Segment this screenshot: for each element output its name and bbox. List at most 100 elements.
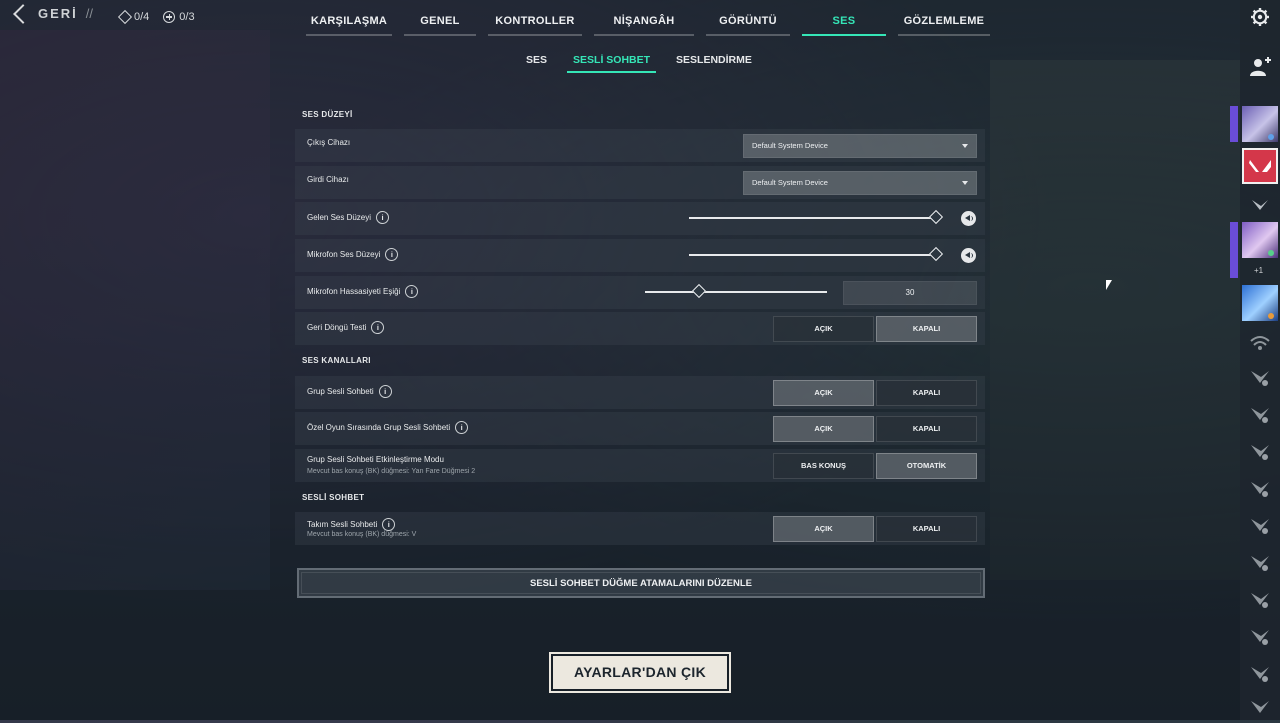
status-dot [1262, 491, 1268, 497]
team-voice-off-button[interactable]: KAPALI [876, 516, 977, 542]
rank-icon[interactable] [1248, 662, 1272, 684]
subtab-voice-over[interactable]: SESLENDİRME [670, 52, 758, 73]
edit-voice-bindings-label: SESLİ SOHBET DÜĞME ATAMALARINI DÜZENLE [301, 572, 981, 594]
loopback-row: Geri Döngü Testi i AÇIK KAPALI [295, 312, 985, 345]
mic-threshold-label: Mikrofon Hassasiyeti Eşiği i [307, 285, 419, 298]
output-device-dropdown[interactable]: Default System Device [743, 134, 977, 158]
mic-threshold-label-text: Mikrofon Hassasiyeti Eşiği [307, 287, 401, 296]
settings-tabs: KARŞILAŞMA GENEL KONTROLLER NİŞANGÂH GÖR… [300, 10, 996, 36]
info-icon[interactable]: i [405, 285, 419, 298]
rank-icon[interactable] [1248, 477, 1272, 499]
subtab-sound[interactable]: SES [520, 52, 553, 73]
team-voice-label-text: Takım Sesli Sohbeti [307, 520, 378, 529]
party-voice-off-button[interactable]: KAPALI [876, 380, 977, 406]
rank-icon[interactable] [1248, 403, 1272, 425]
incoming-volume-row: Gelen Ses Düzeyi i [295, 202, 985, 235]
status-dot [1262, 417, 1268, 423]
status-dot [1262, 676, 1268, 682]
party-activation-sub: Mevcut bas konuş (BK) düğmesi: Yan Fare … [307, 468, 476, 475]
status-dot [1262, 528, 1268, 534]
info-icon[interactable]: i [382, 518, 396, 531]
rank-icon[interactable] [1248, 625, 1272, 647]
avatar[interactable] [1242, 106, 1278, 142]
output-device-label: Çıkış Cihazı [307, 138, 350, 147]
party-plus-count: +1 [1254, 266, 1264, 275]
info-icon[interactable]: i [385, 248, 399, 261]
counter-b-value: 0/3 [179, 11, 195, 23]
rank-icon[interactable] [1248, 194, 1272, 216]
tab-video[interactable]: GÖRÜNTÜ [706, 10, 790, 36]
rank-icon[interactable] [1248, 514, 1272, 536]
input-device-value: Default System Device [752, 178, 828, 187]
input-device-row: Girdi Cihazı Default System Device [295, 166, 985, 199]
mic-volume-knob[interactable] [928, 246, 944, 262]
counter-a-value: 0/4 [134, 11, 150, 23]
avatar[interactable] [1242, 148, 1278, 184]
info-icon[interactable]: i [371, 321, 385, 334]
background-dim-overlay [0, 0, 1280, 720]
section-voice-chat: SESLİ SOHBET [302, 493, 365, 502]
incoming-volume-knob[interactable] [928, 209, 944, 225]
rank-icon[interactable] [1248, 551, 1272, 573]
exit-settings-button[interactable]: AYARLAR'DAN ÇIK [549, 652, 731, 693]
custom-party-voice-label: Özel Oyun Sırasında Grup Sesli Sohbeti i [307, 421, 469, 434]
team-voice-on-button[interactable]: AÇIK [773, 516, 874, 542]
back-button[interactable]: GERİ // [10, 3, 94, 24]
party-voice-on-button[interactable]: AÇIK [773, 380, 874, 406]
team-voice-label: Takım Sesli Sohbeti i [307, 518, 396, 531]
loopback-off-button[interactable]: KAPALI [876, 316, 977, 342]
edit-voice-bindings-button[interactable]: SESLİ SOHBET DÜĞME ATAMALARINI DÜZENLE [297, 568, 985, 598]
tab-audio[interactable]: SES [802, 10, 886, 36]
avatar[interactable] [1242, 285, 1278, 321]
custom-party-voice-off-button[interactable]: KAPALI [876, 416, 977, 442]
party-voice-label: Grup Sesli Sohbeti i [307, 385, 392, 398]
incoming-volume-label-text: Gelen Ses Düzeyi [307, 213, 372, 222]
social-sidebar: +1 [1230, 0, 1280, 720]
party-activation-label: Grup Sesli Sohbeti Etkinleştirme Modu [307, 455, 444, 464]
info-icon[interactable]: i [455, 421, 469, 434]
party-activation-row: Grup Sesli Sohbeti Etkinleştirme Modu Me… [295, 449, 985, 482]
status-dot [1262, 380, 1268, 386]
diamond-icon [117, 9, 133, 25]
incoming-volume-mute-button[interactable] [961, 211, 976, 226]
mic-volume-mute-button[interactable] [961, 248, 976, 263]
tab-crosshair[interactable]: NİŞANGÂH [594, 10, 694, 36]
back-separator: // [85, 6, 94, 21]
avatar[interactable] [1242, 222, 1278, 258]
mic-threshold-value[interactable]: 30 [843, 281, 977, 305]
rank-icon[interactable] [1248, 440, 1272, 462]
mic-threshold-slider[interactable] [645, 283, 827, 299]
automatic-button[interactable]: OTOMATİK [876, 453, 977, 479]
loopback-label-text: Geri Döngü Testi [307, 323, 367, 332]
team-voice-sub: Mevcut bas konuş (BK) düğmesi: V [307, 531, 417, 538]
back-label: GERİ [38, 6, 78, 21]
custom-party-voice-on-button[interactable]: AÇIK [773, 416, 874, 442]
mic-volume-slider[interactable] [689, 246, 944, 262]
rank-icon[interactable] [1248, 366, 1272, 388]
mic-threshold-knob[interactable] [691, 283, 707, 299]
party-voice-label-text: Grup Sesli Sohbeti [307, 387, 374, 396]
gear-icon[interactable] [1250, 7, 1270, 27]
valorant-logo-icon [1249, 160, 1271, 172]
info-icon[interactable]: i [378, 385, 392, 398]
rank-icon[interactable] [1248, 696, 1272, 718]
mic-volume-label-text: Mikrofon Ses Düzeyi [307, 250, 381, 259]
incoming-volume-slider[interactable] [689, 209, 944, 225]
add-friend-icon[interactable] [1249, 56, 1271, 78]
custom-party-voice-row: Özel Oyun Sırasında Grup Sesli Sohbeti i … [295, 412, 985, 445]
mission-counters: 0/4 0/3 [117, 9, 195, 25]
subtab-voice-chat[interactable]: SESLİ SOHBET [567, 52, 657, 73]
custom-party-voice-label-text: Özel Oyun Sırasında Grup Sesli Sohbeti [307, 423, 451, 432]
party-voice-row: Grup Sesli Sohbeti i AÇIK KAPALI [295, 376, 985, 409]
info-icon[interactable]: i [376, 211, 390, 224]
status-dot [1262, 639, 1268, 645]
tab-spectate[interactable]: GÖZLEMLEME [898, 10, 990, 36]
tab-match[interactable]: KARŞILAŞMA [306, 10, 392, 36]
rank-icon[interactable] [1248, 588, 1272, 610]
push-to-talk-button[interactable]: BAS KONUŞ [773, 453, 874, 479]
input-device-dropdown[interactable]: Default System Device [743, 171, 977, 195]
tab-general[interactable]: GENEL [404, 10, 476, 36]
output-device-label-text: Çıkış Cihazı [307, 138, 351, 147]
tab-controls[interactable]: KONTROLLER [488, 10, 582, 36]
loopback-on-button[interactable]: AÇIK [773, 316, 874, 342]
